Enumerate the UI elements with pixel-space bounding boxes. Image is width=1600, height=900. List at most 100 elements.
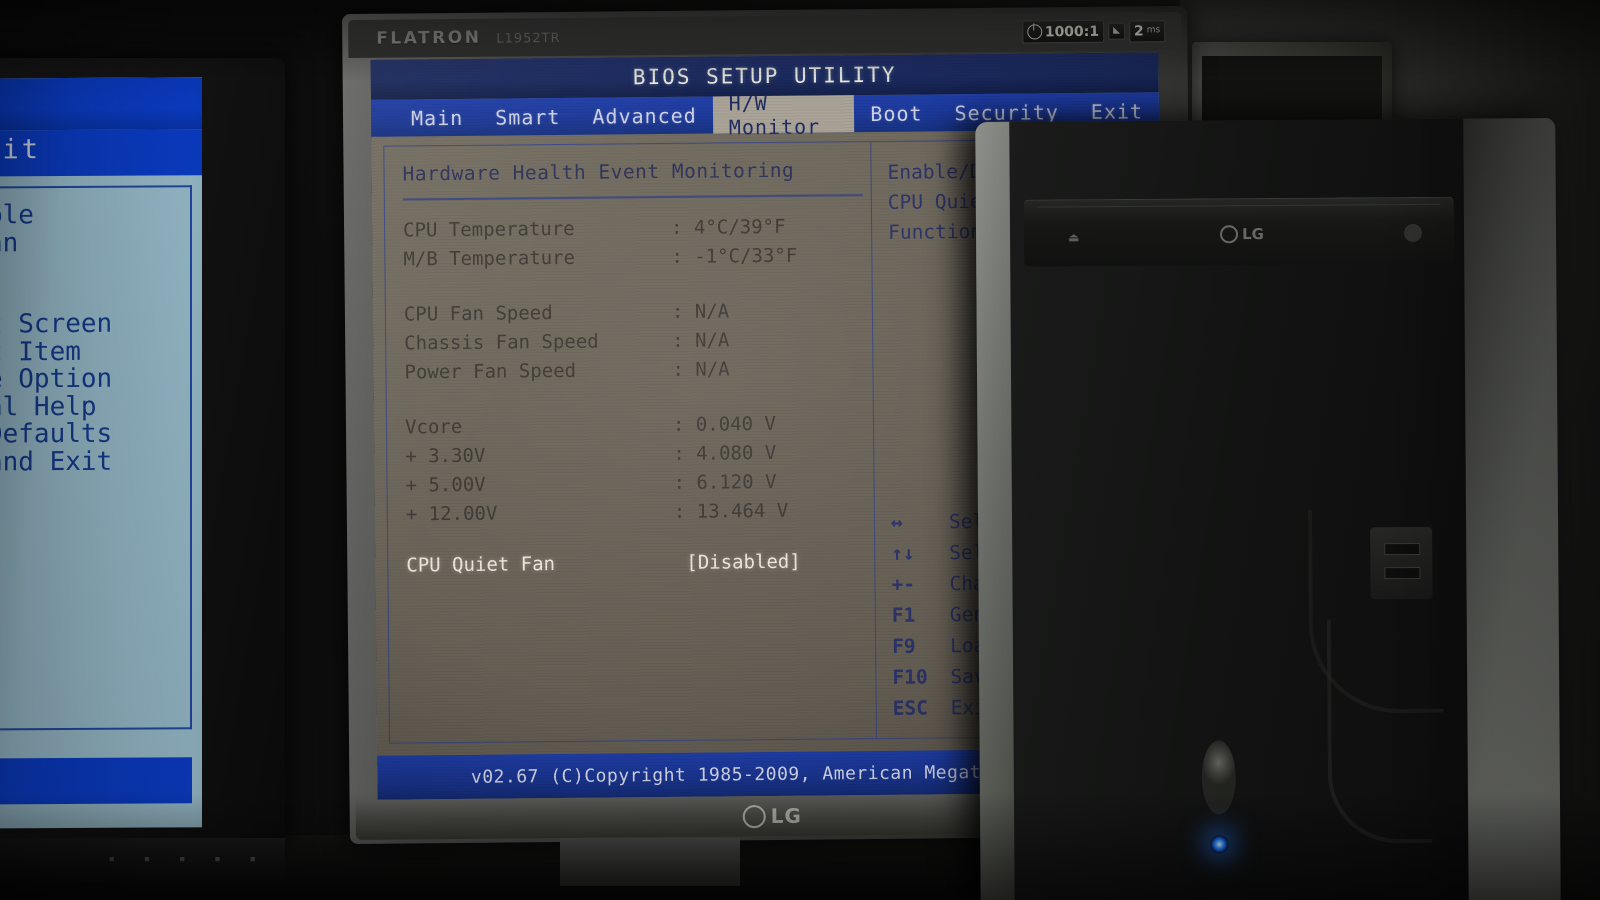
usb-port[interactable] — [1384, 566, 1421, 580]
left-legend-row: ange Option — [0, 363, 113, 395]
legend-key: ESC — [892, 696, 929, 720]
setting-label: CPU Quiet Fan — [406, 552, 556, 576]
bios-main-panel: Hardware Health Event Monitoring CPU Tem… — [384, 142, 878, 743]
optical-drive-brand: LG — [1219, 225, 1264, 244]
optical-drive-tray-seam — [1037, 203, 1440, 208]
left-legend-row: neral Help — [0, 391, 97, 423]
monitor-stand — [560, 838, 740, 886]
lg-circle-icon — [742, 804, 766, 828]
bios-tab-hw-monitor[interactable]: H/W Monitor — [712, 90, 855, 139]
legend-key: F9 — [892, 634, 916, 658]
bios-tab-smart[interactable]: Smart — [479, 98, 577, 136]
legend-row-change-option: +- Cha — [891, 568, 985, 600]
usb-port[interactable] — [1384, 542, 1421, 556]
power-button[interactable] — [1201, 740, 1237, 815]
reading-value: : N/A — [672, 357, 730, 381]
legend-key: +- — [891, 572, 916, 596]
reading-label: Vcore — [404, 415, 463, 438]
f-engine-badge: ◣ — [1108, 22, 1126, 40]
left-monitor-osd-buttons[interactable]: ▪ ▪ ▪ ▪ ▪ — [108, 852, 267, 865]
reading-row-cpu-fan-speed: CPU Fan Speed : N/A — [404, 296, 872, 329]
power-led-indicator — [1210, 835, 1229, 854]
reading-value: : 4°C/39°F — [670, 215, 786, 239]
f-engine-icon: ◣ — [1113, 25, 1121, 36]
pc-tower: ⏏ LG — [975, 117, 1561, 900]
legend-key: F1 — [891, 603, 916, 627]
response-time-value: 2 — [1133, 22, 1144, 39]
left-bios-legend: lect Screen lect Item ange Option neral … — [0, 308, 190, 505]
left-bios-footer: Inc. — [0, 757, 192, 805]
reading-label: + 12.00V — [405, 502, 498, 525]
left-bios-menu-tab-exit[interactable]: Exit — [0, 129, 202, 177]
optical-drive[interactable]: ⏏ LG — [1023, 196, 1455, 267]
reading-value: : -1°C/33°F — [671, 244, 798, 268]
left-legend-row: ve and Exit — [0, 446, 113, 478]
monitor-model-label: L1952TR — [496, 30, 561, 47]
contrast-ratio-badge: 1000:1 — [1021, 19, 1105, 44]
tower-left-edge — [975, 121, 1015, 900]
reading-value: : 4.080 V — [673, 441, 777, 465]
reading-row-vcore: Vcore : 0.040 V — [405, 408, 873, 441]
reading-value: : 13.464 V — [673, 499, 789, 523]
optical-drive-brand-text: LG — [1241, 225, 1264, 244]
left-legend-row: ad Defaults — [0, 419, 113, 450]
photo-scene: Exit isable t Fan lect Screen lect Item … — [0, 0, 1600, 900]
reading-label: CPU Fan Speed — [403, 301, 553, 325]
legend-row-save-and-exit: F10 Sav — [892, 661, 986, 693]
setting-row-cpu-quiet-fan[interactable]: CPU Quiet Fan [Disabled] — [406, 546, 874, 579]
left-legend-row: it — [0, 476, 190, 505]
monitor-top-bezel: FLATRON L1952TR 1000:1 ◣ 2 ms — [348, 12, 1182, 59]
reading-value: : N/A — [671, 299, 730, 323]
optical-drive-eject-button[interactable] — [1403, 223, 1423, 243]
bios-tab-boot[interactable]: Boot — [854, 94, 939, 132]
tower-right-edge — [1463, 117, 1561, 900]
monitor-spec-badges: 1000:1 ◣ 2 ms — [1021, 19, 1166, 44]
bios-section-title: Hardware Health Event Monitoring — [402, 158, 795, 186]
reading-value: : N/A — [672, 328, 730, 352]
legend-row-exit: ESC Exi — [893, 692, 987, 724]
setting-value[interactable]: [Disabled] — [686, 547, 801, 577]
left-monitor: Exit isable t Fan lect Screen lect Item … — [0, 58, 285, 848]
reading-label: Power Fan Speed — [404, 359, 577, 383]
bios-tab-advanced[interactable]: Advanced — [576, 97, 713, 135]
reading-row-5v: + 5.00V : 6.120 V — [405, 466, 873, 499]
flatron-brand-logo: FLATRON — [376, 27, 482, 49]
lg-circle-icon — [1219, 225, 1239, 244]
legend-row-select-screen: ↔ Sel — [891, 506, 985, 538]
left-monitor-base: ▪ ▪ ▪ ▪ ▪ — [0, 838, 285, 883]
reading-label: CPU Temperature — [403, 217, 575, 241]
reading-row-mb-temperature: M/B Temperature : -1°C/33°F — [403, 241, 871, 274]
eject-icon[interactable]: ⏏ — [1068, 230, 1080, 244]
reading-label: M/B Temperature — [403, 246, 576, 270]
left-legend-row: lect Item — [0, 336, 81, 368]
left-bios-body: isable t Fan lect Screen lect Item ange … — [0, 185, 192, 731]
legend-key: F10 — [892, 665, 928, 689]
response-time-badge: 2 ms — [1128, 19, 1166, 43]
lg-wordmark: LG — [770, 803, 802, 828]
reading-value: : 0.040 V — [672, 412, 777, 436]
left-bios-help-line-1: isable — [0, 200, 34, 231]
reading-row-3v3: + 3.30V : 4.080 V — [405, 437, 873, 470]
bios-key-legend: ↔ Sel ↑↓ Sel +- Cha F1 Gen F9 Loa F10 Sa… — [891, 506, 986, 724]
bios-tab-main[interactable]: Main — [395, 99, 480, 137]
legend-row-load-defaults: F9 Loa — [892, 630, 986, 662]
reading-row-12v: + 12.00V : 13.464 V — [406, 495, 874, 528]
cable — [1326, 618, 1433, 844]
legend-key: ↔ — [890, 510, 903, 534]
front-io-panel[interactable] — [1370, 526, 1433, 600]
left-bios-help-line-2: t Fan — [0, 227, 19, 259]
left-legend-row: lect Screen — [0, 308, 113, 340]
reading-row-power-fan-speed: Power Fan Speed : N/A — [404, 354, 872, 387]
reading-row-cpu-temperature: CPU Temperature : 4°C/39°F — [403, 212, 871, 245]
reading-row-chassis-fan-speed: Chassis Fan Speed : N/A — [404, 325, 872, 358]
contrast-value: 1000:1 — [1044, 23, 1100, 40]
lg-brand-logo: LG — [742, 803, 802, 829]
response-time-unit: ms — [1146, 25, 1161, 36]
left-bios-title-bar — [0, 77, 202, 131]
reading-value: : 6.120 V — [673, 470, 777, 494]
legend-row-general-help: F1 Gen — [892, 599, 986, 631]
reading-label: + 3.30V — [405, 444, 486, 467]
legend-key: ↑↓ — [891, 541, 915, 565]
reading-label: + 5.00V — [405, 473, 486, 496]
left-monitor-screen: Exit isable t Fan lect Screen lect Item … — [0, 77, 202, 829]
